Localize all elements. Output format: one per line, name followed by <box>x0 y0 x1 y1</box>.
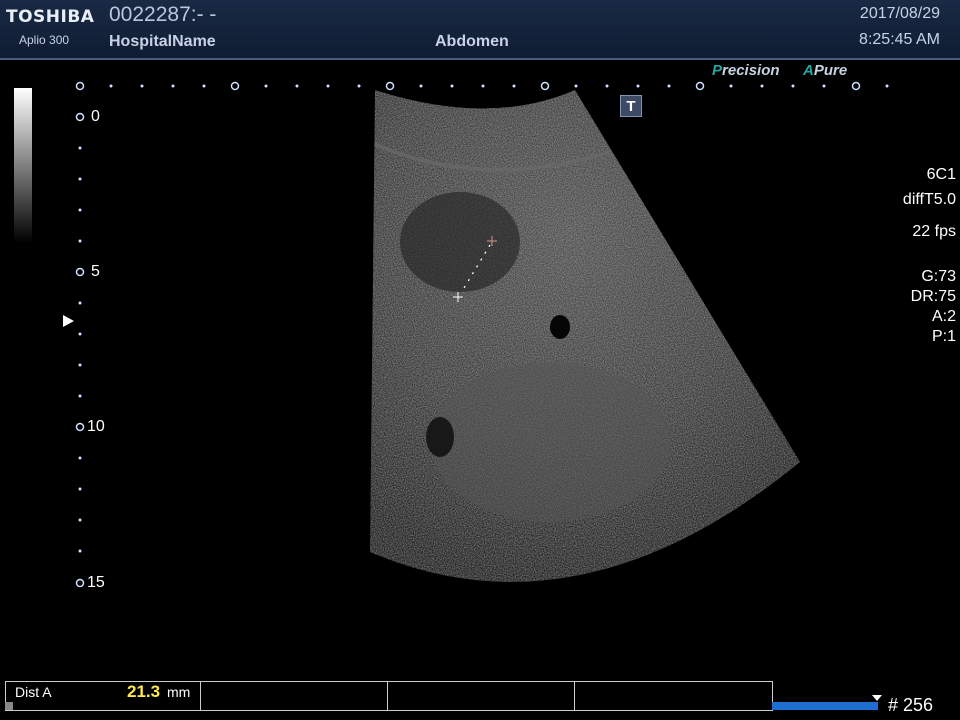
p-value: P:1 <box>931 328 956 345</box>
depth-label-0: 0 <box>91 108 100 125</box>
frame-count: # 256 <box>888 695 934 715</box>
preset-label: diffT5.0 <box>902 191 956 208</box>
measurement-cell-dist-a[interactable]: Dist A 21.3 mm <box>6 682 201 710</box>
dynamic-range-value: DR:75 <box>910 288 956 305</box>
depth-label-15: 15 <box>87 574 105 591</box>
header-bar: TOSHIBA Aplio 300 0022287:- - HospitalNa… <box>0 0 960 60</box>
status-square-icon <box>5 702 13 710</box>
apure-mode-label: APure <box>803 62 847 79</box>
grayscale-bar <box>14 88 32 243</box>
measurement-table: Dist A 21.3 mm <box>5 681 773 711</box>
measurement-value: 21.3 <box>127 682 161 701</box>
depth-scale <box>75 112 85 588</box>
patient-id: 0022287:- - <box>109 3 217 26</box>
brand-logo: TOSHIBA <box>6 7 95 27</box>
precision-mode-label: Precision <box>712 62 780 79</box>
apure-rest: Pure <box>813 62 848 79</box>
apure-initial: A <box>803 62 814 79</box>
exam-date: 2017/08/29 <box>859 5 940 22</box>
frame-rate: 22 fps <box>912 223 956 240</box>
transducer-label: 6C1 <box>926 166 956 183</box>
measurement-cell <box>388 682 575 710</box>
focus-marker-icon[interactable] <box>63 315 74 327</box>
measurement-unit: mm <box>167 684 191 700</box>
measurement-cell <box>575 682 771 710</box>
cine-position-icon[interactable] <box>872 695 882 701</box>
measurement-cell <box>201 682 388 710</box>
precision-rest: recision <box>722 62 780 79</box>
gain-value: G:73 <box>921 268 956 285</box>
depth-label-5: 5 <box>91 263 100 280</box>
cine-progress-bar[interactable] <box>772 702 878 710</box>
system-model: Aplio 300 <box>19 33 70 47</box>
exam-type: Abdomen <box>435 33 509 50</box>
depth-label-10: 10 <box>87 418 105 435</box>
measurement-label: Dist A <box>15 684 52 700</box>
precision-initial: P <box>712 62 723 79</box>
exam-time: 8:25:45 AM <box>859 31 940 48</box>
a-value: A:2 <box>931 308 956 325</box>
ultrasound-image <box>370 90 800 582</box>
hospital-name: HospitalName <box>109 33 216 50</box>
